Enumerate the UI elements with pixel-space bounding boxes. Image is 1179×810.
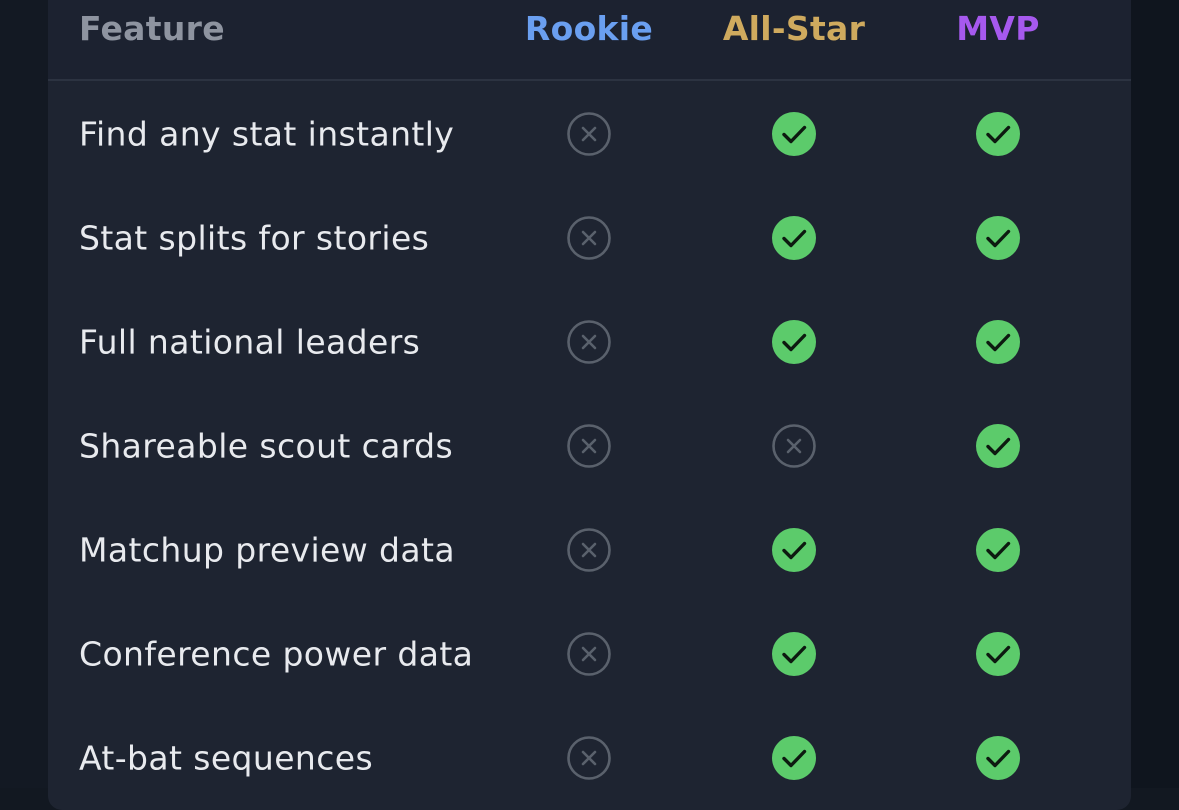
feature-label: Find any stat instantly xyxy=(79,114,455,154)
all-star-check-icon xyxy=(771,215,817,261)
mvp-check-icon xyxy=(975,319,1021,365)
mvp-check-icon xyxy=(975,111,1021,157)
feature-comparison-table: Feature Rookie All-Star MVP Find any sta… xyxy=(48,0,1131,810)
mvp-column-header: MVP xyxy=(956,9,1040,48)
rookie-x-circle-icon xyxy=(566,735,612,781)
all-star-check-icon xyxy=(771,111,817,157)
feature-label: Full national leaders xyxy=(79,322,421,362)
feature-label: At-bat sequences xyxy=(79,738,374,778)
table-row: At-bat sequences xyxy=(48,706,1131,810)
table-row: Find any stat instantly xyxy=(48,82,1131,186)
table-header: Feature Rookie All-Star MVP xyxy=(48,0,1131,81)
table-row: Stat splits for stories xyxy=(48,186,1131,290)
feature-label: Conference power data xyxy=(79,634,474,674)
feature-label: Matchup preview data xyxy=(79,530,455,570)
all-star-check-icon xyxy=(771,735,817,781)
feature-label: Shareable scout cards xyxy=(79,426,454,466)
table-row: Full national leaders xyxy=(48,290,1131,394)
feature-label: Stat splits for stories xyxy=(79,218,430,258)
mvp-check-icon xyxy=(975,423,1021,469)
rookie-x-circle-icon xyxy=(566,215,612,261)
right-margin xyxy=(1131,0,1179,788)
mvp-check-icon xyxy=(975,631,1021,677)
rookie-x-circle-icon xyxy=(566,111,612,157)
all-star-check-icon xyxy=(771,319,817,365)
all-star-check-icon xyxy=(771,631,817,677)
rookie-x-circle-icon xyxy=(566,631,612,677)
table-row: Matchup preview data xyxy=(48,498,1131,602)
rookie-x-circle-icon xyxy=(566,423,612,469)
table-row: Conference power data xyxy=(48,602,1131,706)
left-margin xyxy=(0,0,48,788)
mvp-check-icon xyxy=(975,735,1021,781)
rookie-x-circle-icon xyxy=(566,527,612,573)
all-star-x-circle-icon xyxy=(771,423,817,469)
mvp-check-icon xyxy=(975,527,1021,573)
all-star-check-icon xyxy=(771,527,817,573)
mvp-check-icon xyxy=(975,215,1021,261)
feature-column-header: Feature xyxy=(79,9,225,48)
rookie-x-circle-icon xyxy=(566,319,612,365)
table-row: Shareable scout cards xyxy=(48,394,1131,498)
rookie-column-header: Rookie xyxy=(524,9,654,48)
